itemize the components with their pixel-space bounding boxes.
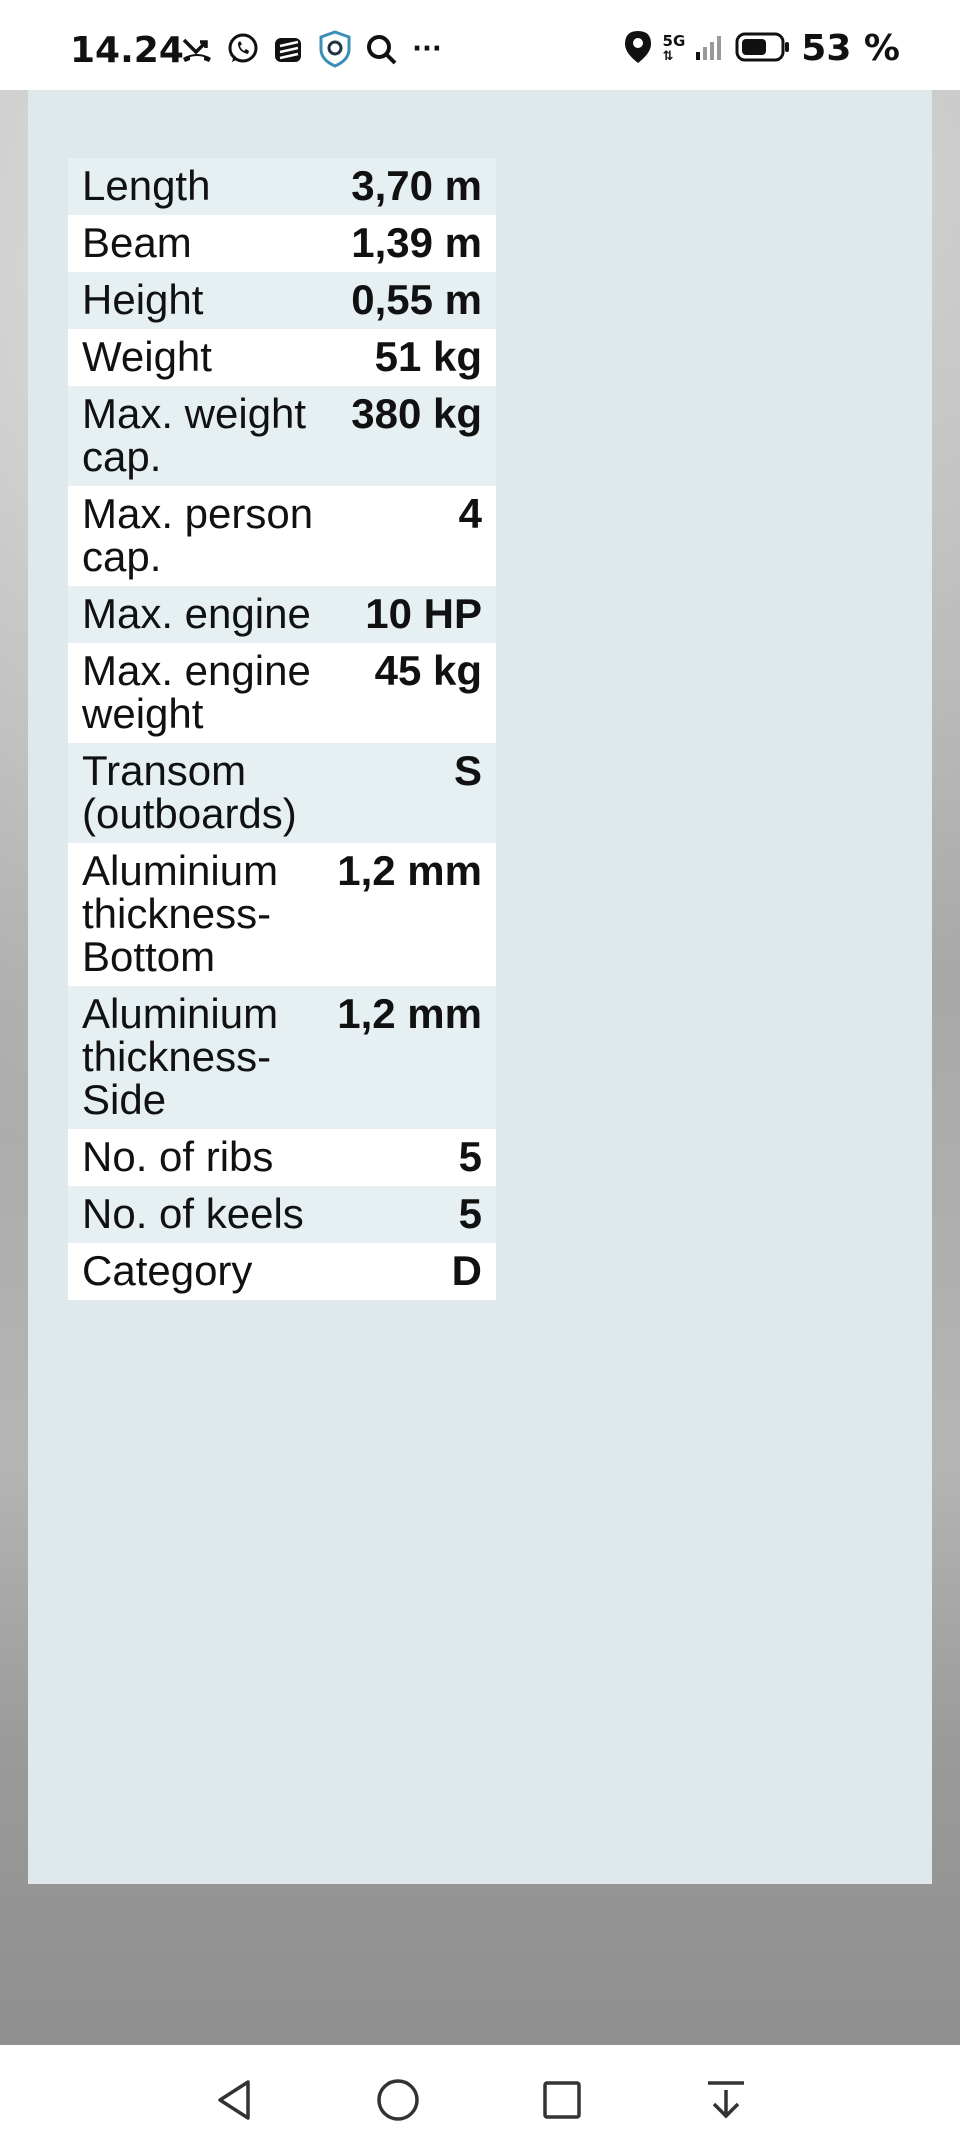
network-type: 5G ⇅: [662, 31, 686, 64]
pulldown-icon: [708, 2081, 744, 2119]
battery-percent: 53 %: [801, 28, 900, 69]
status-time: 14.24: [70, 30, 184, 71]
spec-row: Aluminium thickness-Side 1,2 mm: [68, 986, 496, 1129]
signal-icon: [695, 32, 725, 66]
spec-label: Max. weight cap.: [82, 390, 307, 480]
search-app-icon: [362, 30, 400, 68]
spec-label: No. of ribs: [82, 1133, 274, 1180]
spec-label: Transom (outboards): [82, 747, 297, 837]
spec-row: Category D: [68, 1243, 496, 1300]
spec-value: 1,2 mm: [337, 847, 482, 894]
notification-icons: ···: [178, 30, 446, 68]
spec-value: 1,2 mm: [337, 990, 482, 1037]
spec-row: Max. engine 10 HP: [68, 586, 496, 643]
spec-value: 51 kg: [374, 333, 482, 380]
spec-label: Max. engine: [82, 590, 311, 637]
spec-value: D: [451, 1247, 482, 1294]
data-arrows-icon: ⇅: [662, 48, 674, 64]
spec-row: Transom (outboards) S: [68, 743, 496, 843]
home-icon: [377, 2079, 419, 2121]
spec-row: No. of keels 5: [68, 1186, 496, 1243]
spec-row: Max. engine weight 45 kg: [68, 643, 496, 743]
spec-table: Length 3,70 m Beam 1,39 m Height 0,55 m Weight…: [68, 158, 496, 1300]
spec-value: 5: [458, 1133, 482, 1180]
spec-row: Max. person cap. 4: [68, 486, 496, 586]
stack-app-icon: [270, 30, 308, 68]
back-button[interactable]: [206, 2075, 262, 2125]
spec-value: 1,39 m: [351, 219, 482, 266]
location-icon: [623, 29, 653, 69]
spec-label: Max. engine weight: [82, 647, 311, 737]
spec-label: Weight: [82, 333, 212, 380]
more-notifications: ···: [412, 34, 442, 64]
status-bar: 14.24 ··· 5G ⇅ 53 %: [0, 0, 960, 90]
spec-row: Max. weight cap. 380 kg: [68, 386, 496, 486]
spec-label: No. of keels: [82, 1190, 304, 1237]
spec-label: Category: [82, 1247, 253, 1294]
spec-value: 3,70 m: [351, 162, 482, 209]
spec-label: Aluminium thickness-Side: [82, 990, 279, 1123]
home-button[interactable]: [370, 2075, 426, 2125]
spec-label: Max. person cap.: [82, 490, 314, 580]
spec-label: Aluminium thickness-Bottom: [82, 847, 279, 980]
spec-value: 5: [458, 1190, 482, 1237]
recents-icon: [543, 2081, 581, 2119]
whatsapp-icon: [224, 30, 262, 68]
spec-row: Weight 51 kg: [68, 329, 496, 386]
spec-row: No. of ribs 5: [68, 1129, 496, 1186]
shield-app-icon: [316, 30, 354, 68]
spec-row: Height 0,55 m: [68, 272, 496, 329]
spec-label: Height: [82, 276, 204, 323]
notification-pulldown-button[interactable]: [698, 2075, 754, 2125]
navigation-bar: [0, 2045, 960, 2152]
spec-value: 4: [458, 490, 482, 537]
spec-value: 380 kg: [351, 390, 482, 437]
spec-row: Length 3,70 m: [68, 158, 496, 215]
spec-value: 10 HP: [365, 590, 482, 637]
spec-row: Aluminium thickness-Bottom 1,2 mm: [68, 843, 496, 986]
spec-value: S: [453, 747, 482, 794]
back-icon: [218, 2080, 250, 2120]
recents-button[interactable]: [534, 2075, 590, 2125]
battery-icon: [735, 31, 791, 67]
spec-value: 0,55 m: [351, 276, 482, 323]
missed-call-icon: [178, 30, 216, 68]
spec-row: Beam 1,39 m: [68, 215, 496, 272]
spec-label: Length: [82, 162, 211, 209]
spec-label: Beam: [82, 219, 192, 266]
spec-value: 45 kg: [374, 647, 482, 694]
status-right: 5G ⇅ 53 %: [623, 28, 900, 69]
